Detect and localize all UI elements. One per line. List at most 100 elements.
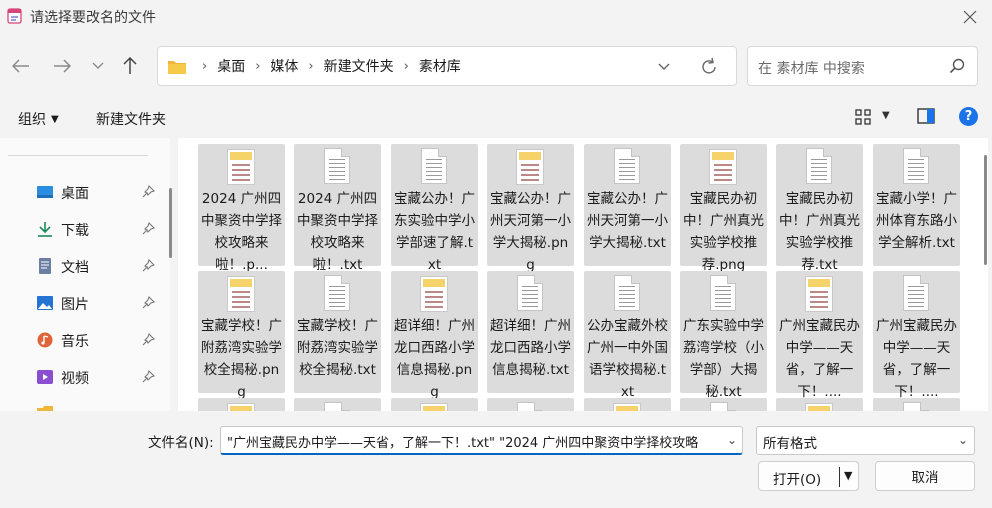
sidebar-item-desktop[interactable]: 桌面 bbox=[0, 175, 168, 209]
pin-icon[interactable] bbox=[141, 333, 155, 347]
filename-label: 文件名(N): bbox=[148, 435, 214, 451]
filename-input[interactable]: "广州宝藏民办中学——天省，了解一下！.txt" "2024 广州四中聚资中学择… bbox=[220, 426, 743, 455]
refresh-icon[interactable] bbox=[698, 56, 720, 78]
pin-icon[interactable] bbox=[141, 185, 155, 199]
file-tile[interactable] bbox=[487, 398, 574, 411]
file-tile[interactable]: 超详细！广州龙口西路小学信息揭秘.png bbox=[391, 271, 478, 400]
caret-down-icon[interactable]: ▼ bbox=[882, 110, 890, 121]
pin-icon[interactable] bbox=[141, 222, 155, 236]
breadcrumb-desktop[interactable]: 桌面 bbox=[217, 56, 245, 76]
breadcrumb-assets[interactable]: 素材库 bbox=[419, 56, 461, 76]
file-tile[interactable]: 2024 广州四中聚资中学择校攻略来啦！.p... bbox=[198, 144, 285, 273]
text-file-icon bbox=[614, 275, 640, 311]
text-file-icon bbox=[324, 275, 350, 311]
file-tile[interactable]: 宝藏公办！广州天河第一小学大揭秘.txt bbox=[584, 144, 671, 266]
window-title: 请选择要改名的文件 bbox=[30, 10, 156, 26]
address-bar[interactable]: › 桌面 › 媒体 › 新建文件夹 › 素材库 bbox=[157, 46, 737, 86]
file-name: 宝藏民办初中！广州真光实验学校推荐.txt bbox=[779, 191, 860, 273]
file-list: 2024 广州四中聚资中学择校攻略来啦！.p... 2024 广州四中聚资中学择校… bbox=[178, 138, 988, 411]
text-file-icon bbox=[324, 148, 350, 184]
text-file-icon bbox=[710, 402, 736, 411]
file-tile[interactable] bbox=[584, 398, 671, 411]
chevron-right-icon: › bbox=[308, 58, 314, 74]
image-thumbnail-icon bbox=[805, 403, 833, 411]
video-icon bbox=[37, 370, 53, 384]
file-tile[interactable] bbox=[680, 398, 767, 411]
image-thumbnail-icon bbox=[805, 276, 833, 312]
file-tile[interactable] bbox=[873, 398, 960, 411]
file-tile[interactable]: 宝藏公办！广东实验中学小学部速了解.txt bbox=[391, 144, 478, 273]
sidebar-item-label: 图片 bbox=[61, 297, 89, 313]
pin-icon[interactable] bbox=[141, 259, 155, 273]
breadcrumb: › 桌面 › 媒体 › 新建文件夹 › 素材库 bbox=[192, 47, 461, 85]
new-folder-button[interactable]: 新建文件夹 bbox=[96, 109, 166, 129]
file-tile[interactable]: 广东实验中学荔湾学校（小学部）大揭秘.txt bbox=[680, 271, 767, 400]
pictures-icon bbox=[37, 296, 53, 310]
file-tile[interactable]: 宝藏学校！广附荔湾实验学校全揭秘.png bbox=[198, 271, 285, 400]
breadcrumb-media[interactable]: 媒体 bbox=[270, 56, 298, 76]
folder-icon bbox=[168, 61, 186, 74]
arrow-right-icon bbox=[54, 59, 71, 73]
sidebar-item-label: 视频 bbox=[61, 371, 89, 387]
folder-icon bbox=[37, 406, 53, 411]
file-tile[interactable]: 宝藏公办！广州天河第一小学大揭秘.png bbox=[487, 144, 574, 273]
desktop-icon bbox=[37, 186, 53, 198]
file-name: 宝藏学校！广附荔湾实验学校全揭秘.txt bbox=[297, 318, 378, 378]
file-name: 广州宝藏民办中学——天省，了解一下！.... bbox=[779, 318, 860, 400]
close-button[interactable] bbox=[956, 4, 984, 30]
chevron-down-icon[interactable]: ⌄ bbox=[727, 433, 737, 447]
sidebar-item-videos[interactable]: 视频 bbox=[0, 360, 168, 394]
organize-label: 组织 bbox=[18, 112, 46, 128]
caret-down-icon[interactable]: ▼ bbox=[844, 469, 852, 482]
sidebar-item-pictures[interactable]: 图片 bbox=[0, 286, 168, 320]
file-tile[interactable]: 广州宝藏民办中学——天省，了解一下！.... bbox=[776, 271, 863, 400]
file-name: 超详细！广州龙口西路小学信息揭秘.png bbox=[394, 318, 475, 400]
open-button[interactable]: 打开(O) ▼ bbox=[758, 461, 859, 491]
file-name: 宝藏公办！广东实验中学小学部速了解.txt bbox=[394, 191, 475, 273]
app-icon bbox=[7, 8, 22, 24]
cancel-button[interactable]: 取消 bbox=[875, 461, 975, 491]
file-name: 广州宝藏民办中学——天省，了解一下！.... bbox=[876, 318, 957, 400]
text-file-icon bbox=[517, 402, 543, 411]
recent-locations-button[interactable] bbox=[86, 52, 110, 80]
search-icon[interactable] bbox=[949, 58, 965, 74]
sidebar-item-music[interactable]: 音乐 bbox=[0, 323, 168, 357]
file-tile[interactable]: 宝藏民办初中！广州真光实验学校推荐.txt bbox=[776, 144, 863, 273]
help-icon[interactable]: ? bbox=[959, 107, 978, 126]
address-dropdown-icon[interactable] bbox=[654, 57, 674, 75]
file-tile[interactable]: 2024 广州四中聚资中学择校攻略来啦！.txt bbox=[294, 144, 381, 273]
pin-icon[interactable] bbox=[141, 296, 155, 310]
sidebar-item-documents[interactable]: 文档 bbox=[0, 249, 168, 283]
preview-pane-icon[interactable] bbox=[917, 108, 935, 124]
search-box[interactable]: 在 素材库 中搜索 bbox=[747, 46, 978, 86]
chevron-down-icon bbox=[92, 62, 104, 69]
file-tile[interactable]: 宝藏学校！广附荔湾实验学校全揭秘.txt bbox=[294, 271, 381, 393]
breadcrumb-new-folder[interactable]: 新建文件夹 bbox=[324, 56, 394, 76]
organize-menu[interactable]: 组织 ▼ bbox=[18, 109, 59, 129]
back-button[interactable] bbox=[9, 52, 33, 80]
text-file-icon bbox=[903, 402, 929, 411]
file-tile[interactable]: 广州宝藏民办中学——天省，了解一下！.... bbox=[873, 271, 960, 400]
search-placeholder: 在 素材库 中搜索 bbox=[758, 61, 865, 77]
file-tile[interactable]: 公办宝藏外校广州一中外国语学校揭秘.txt bbox=[584, 271, 671, 400]
file-tile[interactable]: 宝藏小学！广州体育东路小学全解析.txt bbox=[873, 144, 960, 266]
pin-icon[interactable] bbox=[141, 370, 155, 384]
file-tile[interactable] bbox=[391, 398, 478, 411]
command-bar: 组织 ▼ 新建文件夹 bbox=[0, 100, 992, 134]
file-name: 2024 广州四中聚资中学择校攻略来啦！.p... bbox=[201, 191, 282, 273]
file-tile[interactable] bbox=[776, 398, 863, 411]
file-tile[interactable] bbox=[198, 398, 285, 411]
chevron-right-icon: › bbox=[202, 58, 208, 74]
up-button[interactable] bbox=[118, 52, 142, 80]
text-file-icon bbox=[903, 275, 929, 311]
content-scrollbar[interactable] bbox=[984, 155, 987, 265]
file-type-select[interactable]: 所有格式 ⌄ bbox=[756, 426, 975, 455]
file-tile[interactable] bbox=[294, 398, 381, 411]
sidebar-item-downloads[interactable]: 下载 bbox=[0, 212, 168, 246]
forward-button[interactable] bbox=[50, 52, 74, 80]
view-options-icon[interactable] bbox=[855, 109, 871, 125]
file-tile[interactable]: 宝藏民办初中！广州真光实验学校推荐.png bbox=[680, 144, 767, 273]
file-tile[interactable]: 超详细！广州龙口西路小学信息揭秘.txt bbox=[487, 271, 574, 393]
text-file-icon bbox=[806, 148, 832, 184]
sidebar-scrollbar[interactable] bbox=[169, 188, 172, 258]
